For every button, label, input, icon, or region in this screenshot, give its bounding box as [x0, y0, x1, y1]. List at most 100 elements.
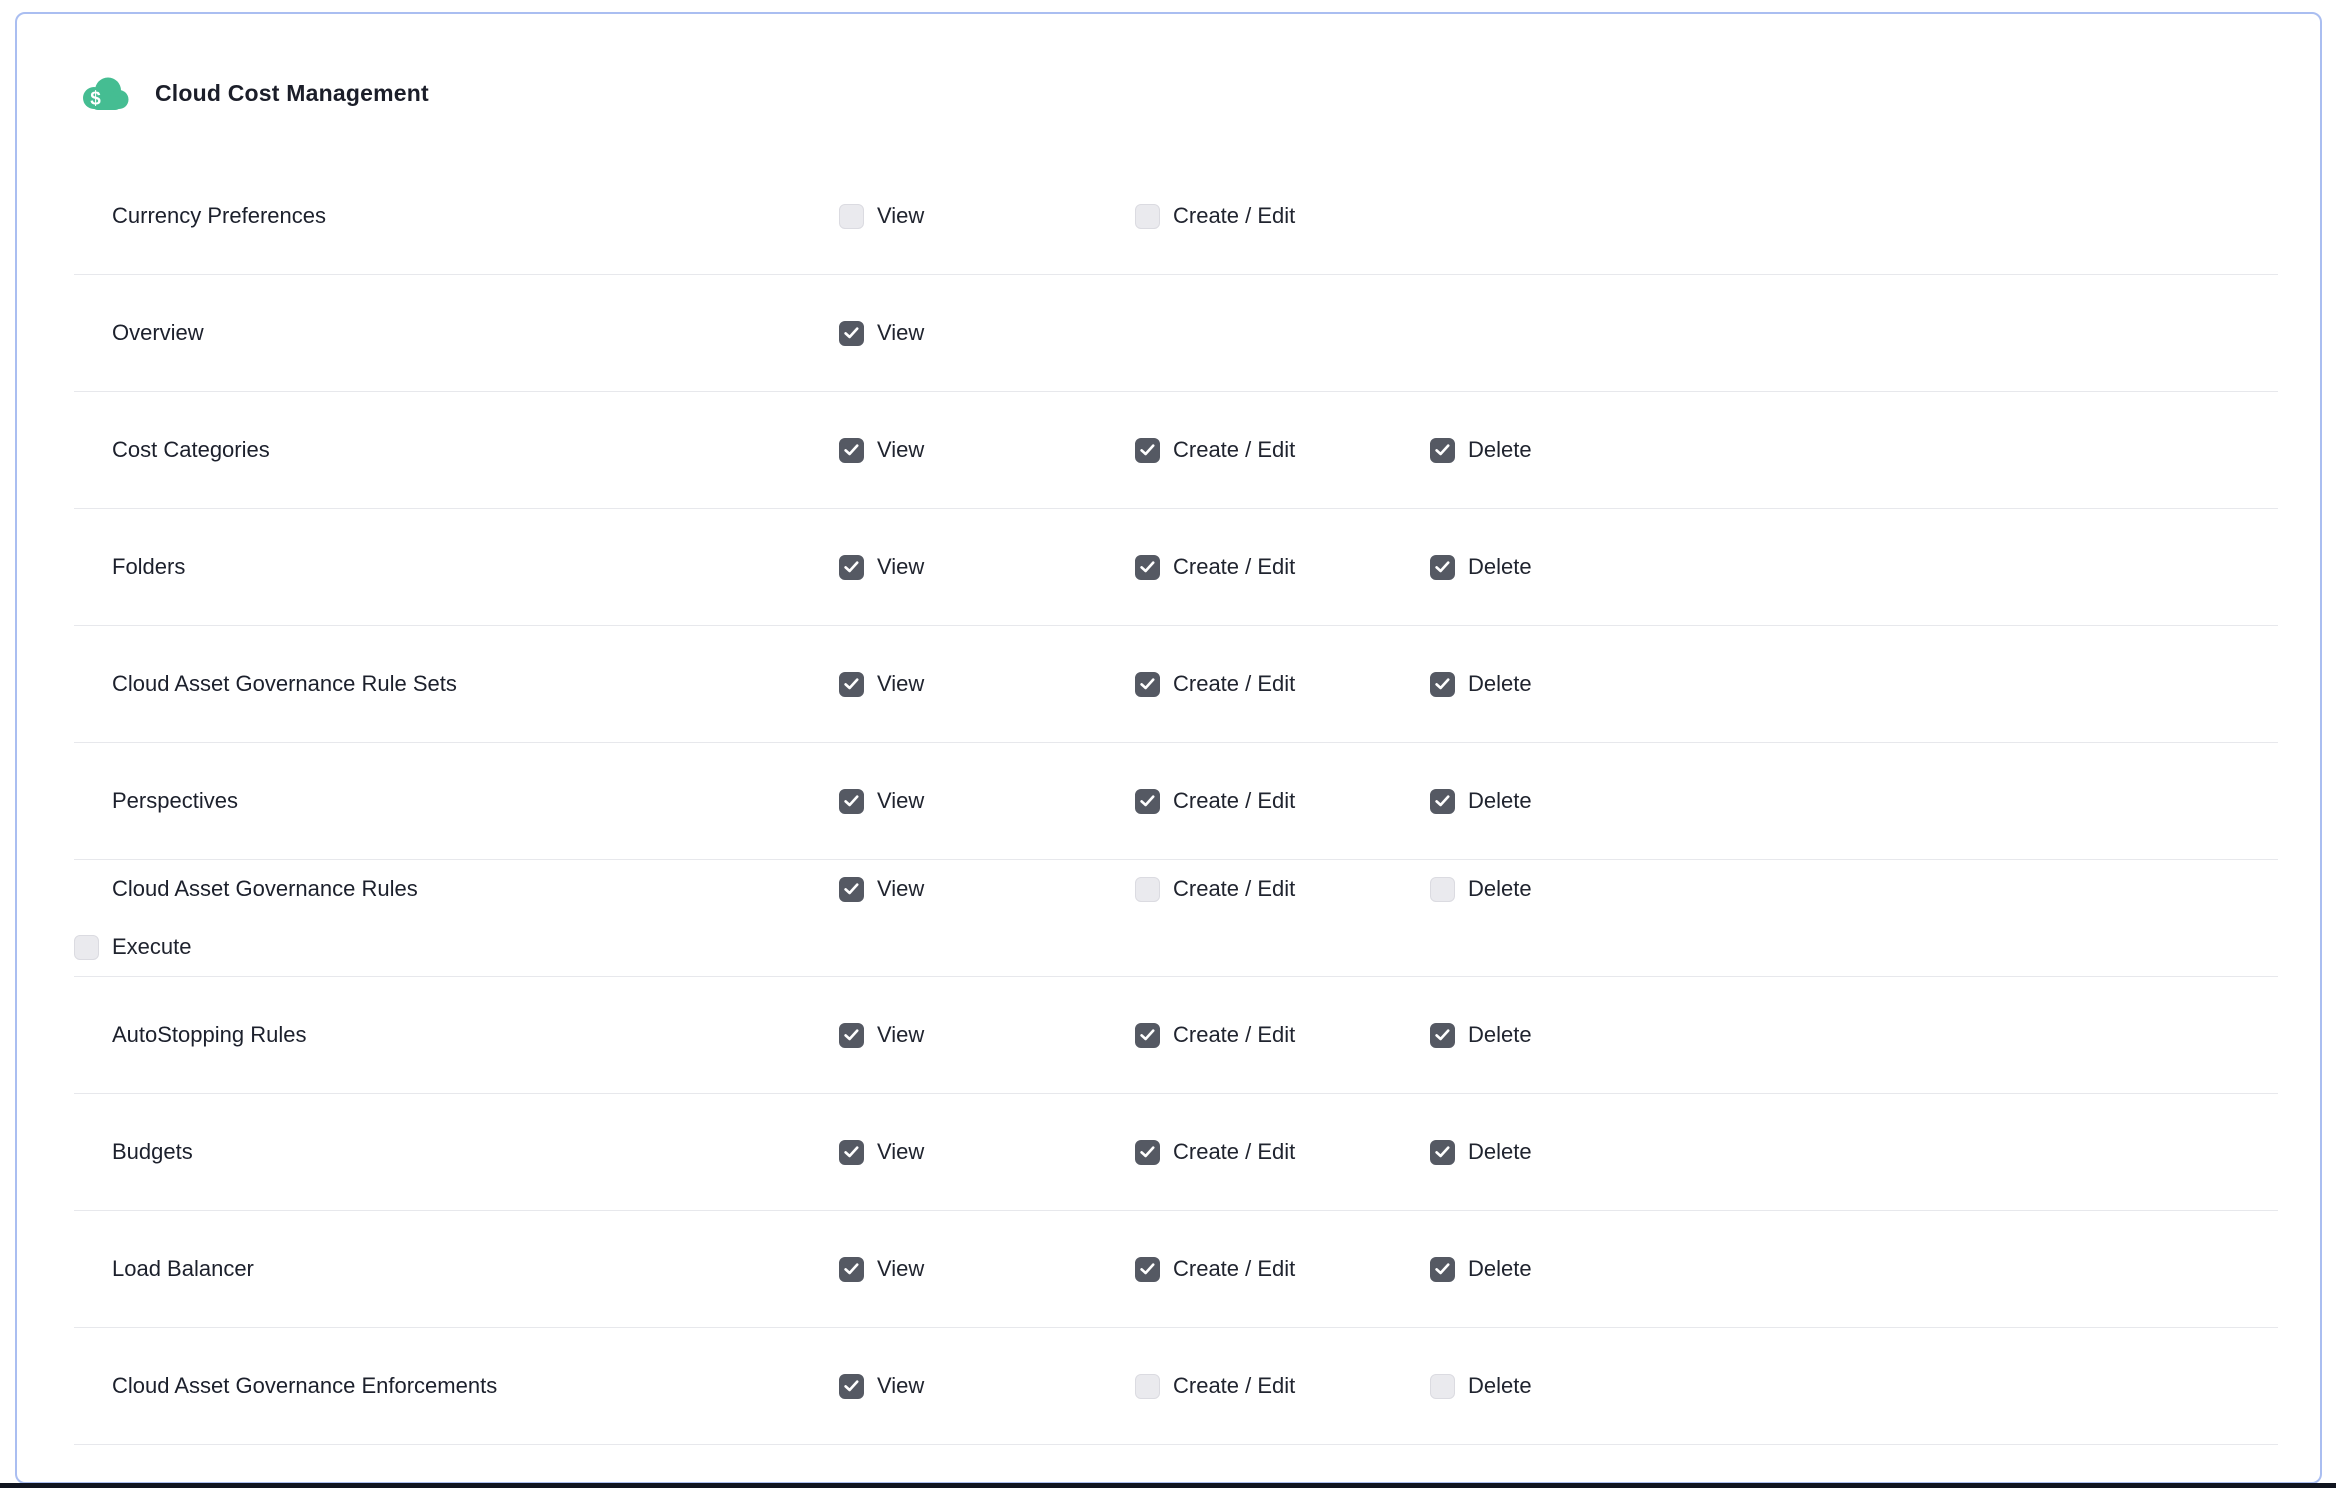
- permission-option: View: [839, 437, 1135, 463]
- permission-row: Cost Categories View Create / Edit Delet…: [74, 392, 2278, 509]
- permission-option: Create / Edit: [1135, 1139, 1430, 1165]
- checkbox-checked[interactable]: [1430, 555, 1455, 580]
- checkbox-checked[interactable]: [1430, 1257, 1455, 1282]
- checkbox-checked[interactable]: [839, 1023, 864, 1048]
- permission-row-label: Currency Preferences: [74, 203, 839, 229]
- bottom-edge-bar: [0, 1483, 2336, 1488]
- permission-row: Folders View Create / Edit Delete: [74, 509, 2278, 626]
- permission-row: Cloud Asset Governance Rules View Create…: [74, 860, 2278, 977]
- permission-option: View: [839, 788, 1135, 814]
- checkbox-checked[interactable]: [839, 1374, 864, 1399]
- svg-text:$: $: [90, 89, 101, 110]
- permission-option: Delete: [1430, 1139, 1724, 1165]
- checkbox-label: View: [877, 788, 924, 814]
- checkbox-label: Delete: [1468, 876, 1532, 902]
- checkbox-checked[interactable]: [1430, 789, 1455, 814]
- permission-option: Create / Edit: [1135, 203, 1430, 229]
- permission-row-label: Cloud Asset Governance Rules: [74, 876, 839, 902]
- checkbox-unchecked[interactable]: [1430, 877, 1455, 902]
- card-header: $ Cloud Cost Management: [79, 68, 2320, 118]
- permission-row-label: Folders: [74, 554, 839, 580]
- checkbox-unchecked[interactable]: [1135, 1374, 1160, 1399]
- permission-option: View: [839, 554, 1135, 580]
- checkbox-checked[interactable]: [1135, 789, 1160, 814]
- checkbox-label: View: [877, 876, 924, 902]
- permission-option: View: [839, 1139, 1135, 1165]
- checkbox-label: Delete: [1468, 788, 1532, 814]
- checkbox-unchecked[interactable]: [1430, 1374, 1455, 1399]
- checkbox-label: Delete: [1468, 1256, 1532, 1282]
- checkbox-checked[interactable]: [839, 1257, 864, 1282]
- checkbox-checked[interactable]: [839, 1140, 864, 1165]
- permission-option: Delete: [1430, 1256, 1724, 1282]
- checkbox-label: Create / Edit: [1173, 671, 1295, 697]
- permission-option: Delete: [1430, 554, 1724, 580]
- checkbox-unchecked[interactable]: [839, 204, 864, 229]
- permission-option: Delete: [1430, 1373, 1724, 1399]
- permission-row-label: AutoStopping Rules: [74, 1022, 839, 1048]
- checkbox-label: Create / Edit: [1173, 1022, 1295, 1048]
- checkbox-checked[interactable]: [1430, 1140, 1455, 1165]
- checkbox-unchecked[interactable]: [1135, 204, 1160, 229]
- checkbox-label: Create / Edit: [1173, 1373, 1295, 1399]
- permission-option: Create / Edit: [1135, 437, 1430, 463]
- permission-row-label: Cost Categories: [74, 437, 839, 463]
- permission-option: Create / Edit: [1135, 671, 1430, 697]
- permission-option: Create / Edit: [1135, 554, 1430, 580]
- checkbox-checked[interactable]: [1135, 438, 1160, 463]
- checkbox-checked[interactable]: [1135, 555, 1160, 580]
- permission-option: Create / Edit: [1135, 876, 1430, 902]
- permission-row-label: Perspectives: [74, 788, 839, 814]
- permission-option: Delete: [1430, 1022, 1724, 1048]
- checkbox-label: Create / Edit: [1173, 203, 1295, 229]
- permission-row: Overview View: [74, 275, 2278, 392]
- permission-row-label: Overview: [74, 320, 839, 346]
- checkbox-checked[interactable]: [839, 438, 864, 463]
- checkbox-checked[interactable]: [1430, 672, 1455, 697]
- permissions-list: Currency Preferences View Create / Edit …: [74, 158, 2278, 1445]
- checkbox-label: View: [877, 1256, 924, 1282]
- checkbox-label: Delete: [1468, 437, 1532, 463]
- checkbox-label: Execute: [112, 934, 192, 960]
- checkbox-checked[interactable]: [839, 789, 864, 814]
- cloud-cost-management-card: $ Cloud Cost Management Currency Prefere…: [15, 12, 2322, 1484]
- permission-row: Perspectives View Create / Edit Delete: [74, 743, 2278, 860]
- permission-row: AutoStopping Rules View Create / Edit De…: [74, 977, 2278, 1094]
- checkbox-checked[interactable]: [839, 321, 864, 346]
- checkbox-label: Delete: [1468, 1139, 1532, 1165]
- checkbox-checked[interactable]: [1135, 672, 1160, 697]
- permission-option: Delete: [1430, 788, 1724, 814]
- checkbox-label: View: [877, 671, 924, 697]
- checkbox-unchecked[interactable]: [74, 935, 99, 960]
- checkbox-label: Create / Edit: [1173, 876, 1295, 902]
- permission-option: Execute: [74, 934, 839, 960]
- permission-row: Budgets View Create / Edit Delete: [74, 1094, 2278, 1211]
- permission-option: View: [839, 203, 1135, 229]
- permission-option: Create / Edit: [1135, 1256, 1430, 1282]
- permission-option: Create / Edit: [1135, 1373, 1430, 1399]
- checkbox-checked[interactable]: [1430, 1023, 1455, 1048]
- checkbox-label: Create / Edit: [1173, 437, 1295, 463]
- permission-row: Load Balancer View Create / Edit Delete: [74, 1211, 2278, 1328]
- permission-option: View: [839, 671, 1135, 697]
- checkbox-label: View: [877, 1022, 924, 1048]
- checkbox-label: Delete: [1468, 554, 1532, 580]
- checkbox-checked[interactable]: [1430, 438, 1455, 463]
- permission-option: View: [839, 876, 1135, 902]
- checkbox-label: View: [877, 1139, 924, 1165]
- checkbox-label: Delete: [1468, 1373, 1532, 1399]
- checkbox-checked[interactable]: [1135, 1257, 1160, 1282]
- checkbox-label: Create / Edit: [1173, 554, 1295, 580]
- permission-row-label: Cloud Asset Governance Rule Sets: [74, 671, 839, 697]
- checkbox-checked[interactable]: [1135, 1140, 1160, 1165]
- checkbox-checked[interactable]: [839, 672, 864, 697]
- checkbox-label: Create / Edit: [1173, 1139, 1295, 1165]
- checkbox-label: Create / Edit: [1173, 1256, 1295, 1282]
- checkbox-checked[interactable]: [839, 877, 864, 902]
- checkbox-checked[interactable]: [839, 555, 864, 580]
- checkbox-unchecked[interactable]: [1135, 877, 1160, 902]
- checkbox-checked[interactable]: [1135, 1023, 1160, 1048]
- checkbox-label: Create / Edit: [1173, 788, 1295, 814]
- permission-row: Currency Preferences View Create / Edit: [74, 158, 2278, 275]
- checkbox-label: View: [877, 320, 924, 346]
